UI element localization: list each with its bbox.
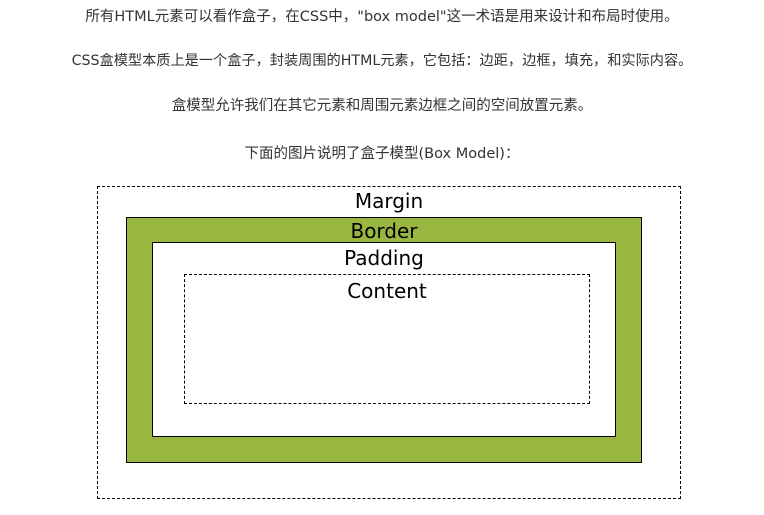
- purpose-paragraph: 盒模型允许我们在其它元素和周围元素边框之间的空间放置元素。: [171, 98, 593, 114]
- diagram-caption: 下面的图片说明了盒子模型(Box Model)：: [244, 146, 520, 162]
- border-label: Border: [350, 219, 418, 243]
- content-label: Content: [347, 279, 427, 303]
- intro-paragraph: 所有HTML元素可以看作盒子，在CSS中，"box model"这一术语是用来设…: [85, 9, 679, 25]
- margin-label: Margin: [354, 189, 424, 213]
- padding-label: Padding: [344, 246, 424, 270]
- definition-paragraph: CSS盒模型本质上是一个盒子，封装周围的HTML元素，它包括：边距，边框，填充，…: [71, 53, 693, 69]
